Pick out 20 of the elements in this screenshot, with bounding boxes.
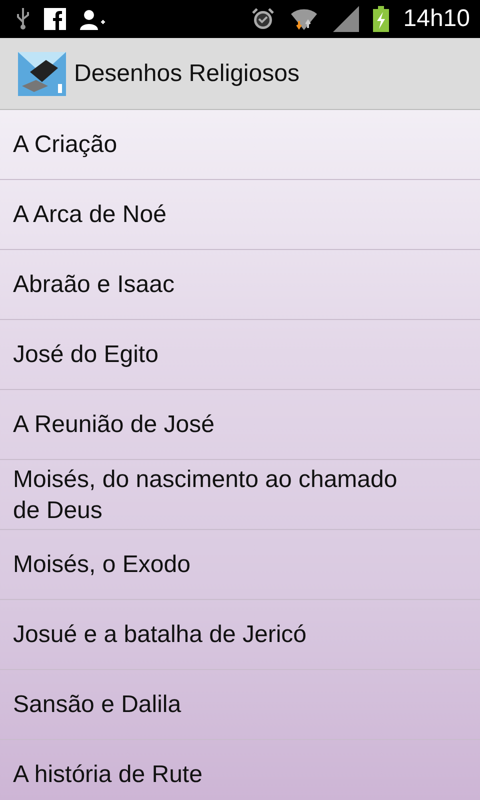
list-item[interactable]: José do Egito (0, 320, 480, 390)
signal-icon (333, 6, 360, 32)
list-item[interactable]: A Arca de Noé (0, 180, 480, 250)
status-time: 14h10 (403, 5, 470, 33)
list-item[interactable]: Josué e a batalha de Jericó (0, 600, 480, 670)
usb-icon (16, 8, 30, 30)
facebook-icon (44, 8, 66, 30)
list-item[interactable]: A Criação (0, 110, 480, 180)
battery-icon (373, 6, 390, 32)
list-item[interactable]: Abraão e Isaac (0, 250, 480, 320)
app-title: Desenhos Religiosos (74, 60, 300, 88)
list-item[interactable]: A Reunião de José (0, 390, 480, 460)
list-item[interactable]: Sansão e Dalila (0, 670, 480, 740)
list-item[interactable]: Moisés, o Exodo (0, 530, 480, 600)
list-item[interactable]: A história de Rute (0, 740, 480, 800)
add-contact-icon (80, 8, 106, 30)
list-item[interactable]: Moisés, do nascimento ao chamado de Deus (0, 460, 480, 530)
wifi-icon (289, 6, 320, 32)
app-icon (18, 52, 66, 96)
alarm-icon (251, 7, 276, 31)
